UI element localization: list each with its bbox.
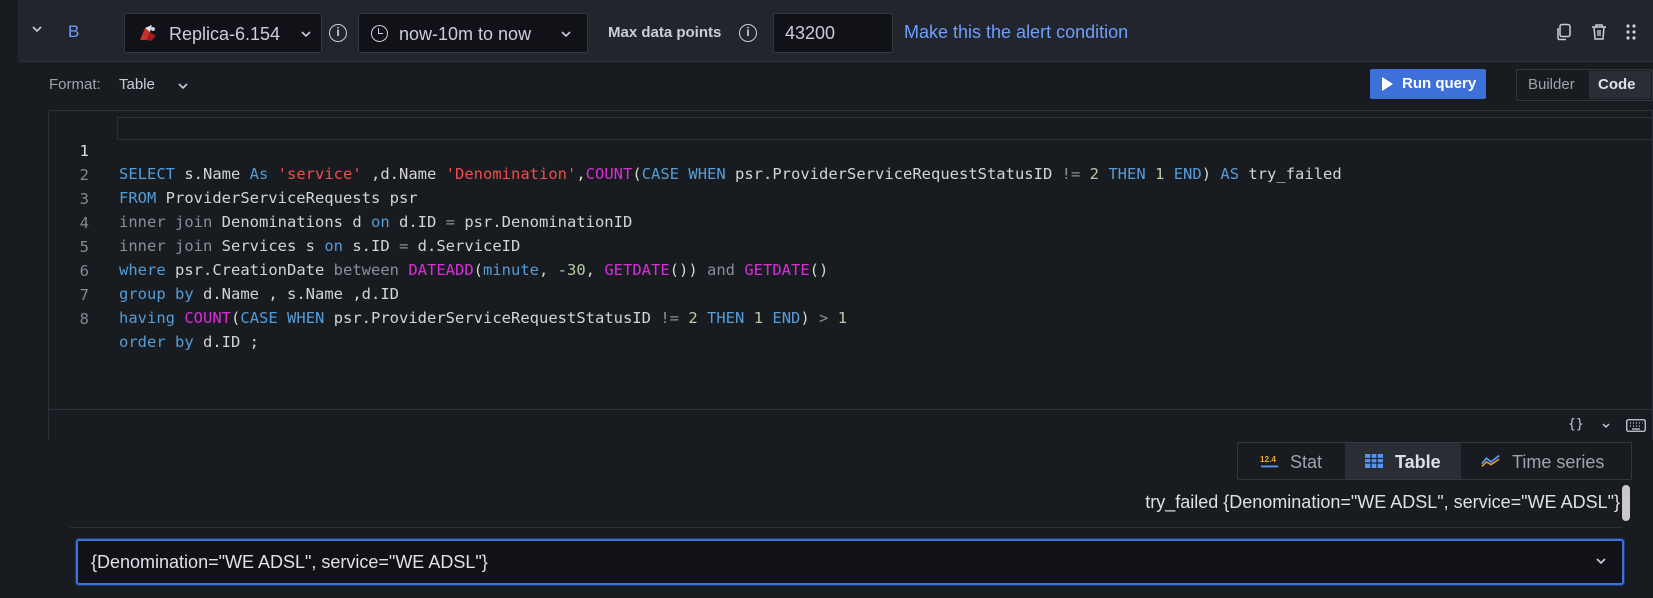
max-data-points-input[interactable]: 43200 [773, 13, 893, 53]
viz-table-label: Table [1395, 452, 1441, 472]
code-line-text: having COUNT(CASE WHEN psr.ProviderServi… [119, 309, 848, 327]
stat-icon: 12.4 [1260, 455, 1279, 468]
play-icon [1382, 77, 1393, 91]
viz-stat-label: Stat [1290, 452, 1323, 472]
chevron-down-icon [561, 31, 571, 38]
run-query-button[interactable]: Run query [1370, 69, 1486, 99]
drag-handle-icon[interactable] [1624, 23, 1638, 41]
time-range-value: now-10m to now [399, 24, 532, 44]
scrollbar-thumb[interactable] [1622, 485, 1630, 521]
max-data-points-info-icon[interactable]: i [739, 24, 757, 42]
divider [70, 527, 1622, 528]
datasource-name: Replica-6.154 [169, 24, 281, 44]
viz-option-time-series[interactable]: Time series [1463, 443, 1631, 479]
collapse-chevron-icon[interactable] [30, 22, 48, 40]
line-number: 8 [79, 310, 89, 328]
chevron-down-icon [301, 31, 311, 38]
format-query-icon[interactable]: {} [1568, 417, 1584, 432]
format-label: Format: [49, 76, 101, 93]
series-select[interactable]: {Denomination="WE ADSL", service="WE ADS… [76, 539, 1624, 585]
format-select[interactable]: Table [119, 76, 155, 93]
clock-icon [371, 25, 388, 42]
run-query-label: Run query [1402, 75, 1477, 92]
code-line[interactable]: 6 group by d.Name , s.Name ,d.ID [49, 237, 1652, 303]
table-icon [1365, 454, 1383, 468]
series-select-value: {Denomination="WE ADSL", service="WE ADS… [91, 552, 488, 572]
viz-option-stat[interactable]: 12.4 Stat [1238, 443, 1343, 479]
sql-code-editor[interactable]: 1 SELECT s.Name As 'service' ,d.Name 'De… [48, 110, 1653, 440]
visualization-picker[interactable]: 12.4 Stat Table Time series [1237, 442, 1632, 480]
datasource-picker[interactable]: Replica-6.154 [124, 13, 322, 53]
chevron-down-icon[interactable] [1600, 420, 1612, 432]
max-data-points-label: Max data points [608, 24, 722, 41]
mode-builder[interactable]: Builder [1528, 76, 1575, 93]
duplicate-query-icon[interactable] [1555, 23, 1573, 41]
code-line[interactable]: 7 having COUNT(CASE WHEN psr.ProviderSer… [49, 261, 1652, 327]
datasource-logo-icon [140, 25, 156, 41]
query-ref-id[interactable]: B [68, 22, 79, 42]
code-line[interactable]: 2 FROM ProviderServiceRequests psr [49, 141, 1652, 207]
time-series-icon [1481, 454, 1500, 467]
code-line[interactable]: 3 inner join Denominations d on d.ID = p… [49, 165, 1652, 231]
editor-mode-toggle[interactable]: Builder Code [1516, 69, 1653, 101]
code-line[interactable]: 1 SELECT s.Name As 'service' ,d.Name 'De… [49, 117, 1652, 183]
code-line[interactable]: 4 inner join Services s on s.ID = d.Serv… [49, 189, 1652, 255]
mode-code[interactable]: Code [1589, 71, 1651, 99]
viz-option-table[interactable]: Table [1345, 443, 1461, 479]
time-range-picker[interactable]: now-10m to now [358, 13, 588, 53]
viz-time-series-label: Time series [1512, 452, 1605, 472]
chevron-down-icon [1596, 558, 1606, 565]
svg-text:12.4: 12.4 [1260, 455, 1276, 464]
datasource-info-icon[interactable]: i [329, 24, 347, 42]
chevron-down-icon[interactable] [176, 79, 190, 93]
code-line[interactable]: 5 where psr.CreationDate between DATEADD… [49, 213, 1652, 279]
alert-condition-link[interactable]: Make this the alert condition [904, 22, 1128, 43]
keyboard-icon[interactable] [1626, 419, 1646, 432]
code-line-text: order by d.ID ; [119, 333, 260, 351]
editor-footer: {} [49, 409, 1652, 440]
code-line[interactable]: 8 order by d.ID ; [49, 285, 1652, 351]
trash-icon[interactable] [1590, 23, 1608, 41]
series-name: try_failed {Denomination="WE ADSL", serv… [1145, 492, 1620, 512]
